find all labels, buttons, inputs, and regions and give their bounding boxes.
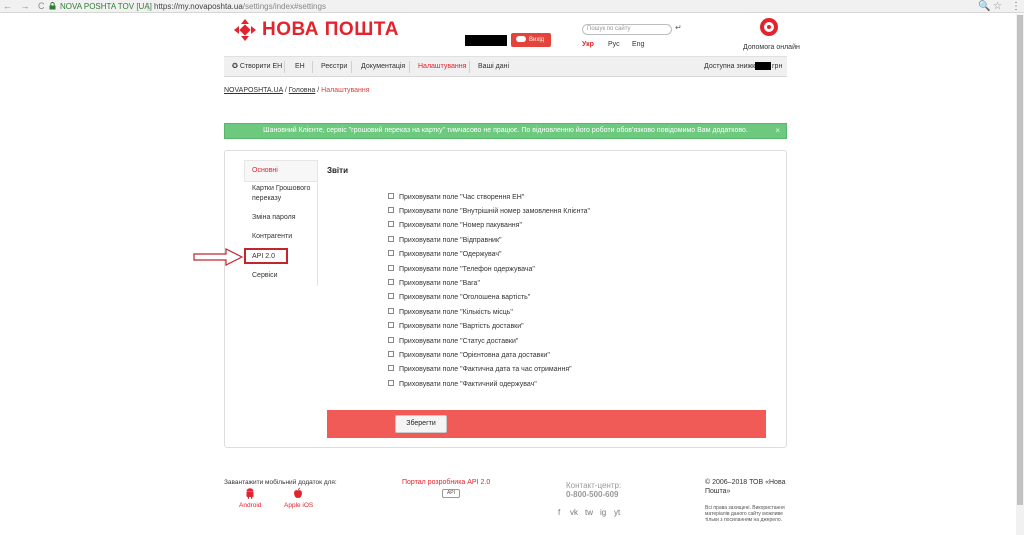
help-online-link[interactable]: Допомога онлайн [743,44,800,51]
exit-label: Вихід [529,37,545,43]
breadcrumb-site[interactable]: NOVAPOSHTA.UA [224,87,283,94]
twitter-icon[interactable]: tw [585,508,593,517]
exit-button[interactable]: Вихід [511,33,551,47]
breadcrumb: NOVAPOSHTA.UA / Головна / Налаштування [224,87,370,94]
address-bar[interactable]: https://my.novaposhta.ua/settings/index#… [154,0,326,13]
contact-center-label: Контакт-центр: [566,481,622,490]
apple-icon[interactable] [293,487,303,499]
menu-your-data[interactable]: Ваші дані [478,57,509,76]
option-row[interactable]: Приховувати поле "Фактична дата та час о… [388,365,572,375]
lang-eng[interactable]: Eng [632,41,644,48]
api-highlight-box [244,248,288,264]
contact-phone[interactable]: 0-800-500-609 [566,490,618,499]
checkbox[interactable] [388,207,394,214]
android-icon[interactable] [245,488,255,499]
redacted-username [465,35,507,46]
browser-menu-icon[interactable]: ⋮ [1011,0,1021,13]
checkbox[interactable] [388,265,394,272]
option-row[interactable]: Приховувати поле "Час створення ЕН" [388,193,524,203]
developer-portal-link[interactable]: Портал розробника API 2.0 [402,479,490,486]
checkbox[interactable] [388,221,394,228]
browser-nav-buttons[interactable]: ← → C [3,0,48,13]
menu-create-waybill[interactable]: ✪ Створити ЕН [232,57,282,76]
breadcrumb-current: Налаштування [321,87,370,94]
logo-text[interactable]: НОВА ПОШТА [262,18,399,42]
sidebar-item-main[interactable]: Основні [252,166,278,176]
exit-icon [516,36,526,43]
create-icon: ✪ [232,63,238,70]
save-button[interactable]: Зберегти [395,415,447,433]
save-bar [327,410,766,438]
checkbox[interactable] [388,351,394,358]
option-row[interactable]: Приховувати поле "Фактичний одержувач" [388,380,537,390]
option-row[interactable]: Приховувати поле "Орієнтовна дата достав… [388,351,550,361]
checkbox[interactable] [388,236,394,243]
sidebar-item-counterparties[interactable]: Контрагенти [252,232,292,242]
lang-ukr[interactable]: Укр [582,41,594,48]
reports-title: Звіти [327,166,348,175]
vk-icon[interactable]: vk [570,508,578,517]
rights-note: Всі права захищені. Використання матеріа… [705,505,785,523]
menu-registers[interactable]: Реєстри [321,57,347,76]
option-row[interactable]: Приховувати поле "Одержувач" [388,250,502,260]
balance-label: Доступна знижка: [704,63,762,70]
zoom-icon[interactable]: 🔍 [978,0,990,13]
pointer-arrow-icon [193,248,243,266]
lock-icon [49,2,56,10]
alert-text: Шановний Клієнте, сервіс "грошовий перек… [263,127,748,134]
checkbox[interactable] [388,293,394,300]
checkbox[interactable] [388,322,394,329]
checkbox[interactable] [388,380,394,387]
checkbox[interactable] [388,365,394,372]
api-badge-icon[interactable]: API [442,489,460,498]
option-row[interactable]: Приховувати поле "Телефон одержувача" [388,265,535,275]
sidebar-item-services[interactable]: Сервіси [252,271,278,281]
checkbox[interactable] [388,250,394,257]
lang-rus[interactable]: Рус [608,41,620,48]
help-lifebuoy-icon[interactable] [760,18,778,36]
option-row[interactable]: Приховувати поле "Внутрішній номер замов… [388,207,590,217]
sidebar-item-change-password[interactable]: Зміна пароля [252,213,296,223]
option-row[interactable]: Приховувати поле "Кількість місць" [388,308,513,318]
option-row[interactable]: Приховувати поле "Оголошена вартість" [388,293,530,303]
main-menu: ✪ Створити ЕН ЕН Реєстри Документація На… [224,56,787,77]
sidebar-item-transfer-cards[interactable]: Картки Грошового переказу [252,184,316,204]
nova-poshta-logo-icon[interactable] [233,18,257,42]
menu-settings[interactable]: Налаштування [418,57,466,76]
checkbox[interactable] [388,337,394,344]
checkbox[interactable] [388,279,394,286]
menu-documentation[interactable]: Документація [361,57,405,76]
checkbox[interactable] [388,193,394,200]
search-submit-icon[interactable]: ↵ [675,23,682,32]
breadcrumb-main[interactable]: Головна [289,87,316,94]
currency-label: грн [772,63,783,70]
checkbox[interactable] [388,308,394,315]
option-row[interactable]: Приховувати поле "Вага" [388,279,480,289]
mobile-app-label: Завантажити мобільний додаток для: [224,479,337,486]
option-row[interactable]: Приховувати поле "Вартість доставки" [388,322,524,332]
menu-waybills[interactable]: ЕН [295,57,305,76]
settings-sidebar: Основні Картки Грошового переказу Зміна … [244,160,318,286]
bookmark-star-icon[interactable]: ☆ [993,0,1002,13]
ios-link[interactable]: Apple iOS [284,502,313,509]
redacted-balance [755,62,771,70]
search-input[interactable]: Пошук по сайту [582,24,672,35]
option-row[interactable]: Приховувати поле "Номер пакування" [388,221,522,231]
copyright-text: © 2006–2018 ТОВ «Нова Пошта» [705,479,786,495]
info-alert: Шановний Клієнте, сервіс "грошовий перек… [224,123,787,139]
alert-close-icon[interactable]: × [775,124,780,138]
url-separator: | [147,2,150,11]
youtube-icon[interactable]: yt [614,508,620,517]
option-row[interactable]: Приховувати поле "Відправник" [388,236,502,246]
facebook-icon[interactable]: f [558,508,560,517]
scrollbar-thumb[interactable] [1017,15,1023,505]
url-host: https://my.novaposhta.ua [154,2,243,11]
url-path: /settings/index#settings [242,2,326,11]
site-identity[interactable]: NOVA POSHTA TOV [UA] [60,0,152,13]
browser-toolbar: ← → C NOVA POSHTA TOV [UA] | https://my.… [0,0,1024,13]
option-row[interactable]: Приховувати поле "Статус доставки" [388,337,518,347]
android-link[interactable]: Android [239,502,261,509]
instagram-icon[interactable]: ig [600,508,606,517]
